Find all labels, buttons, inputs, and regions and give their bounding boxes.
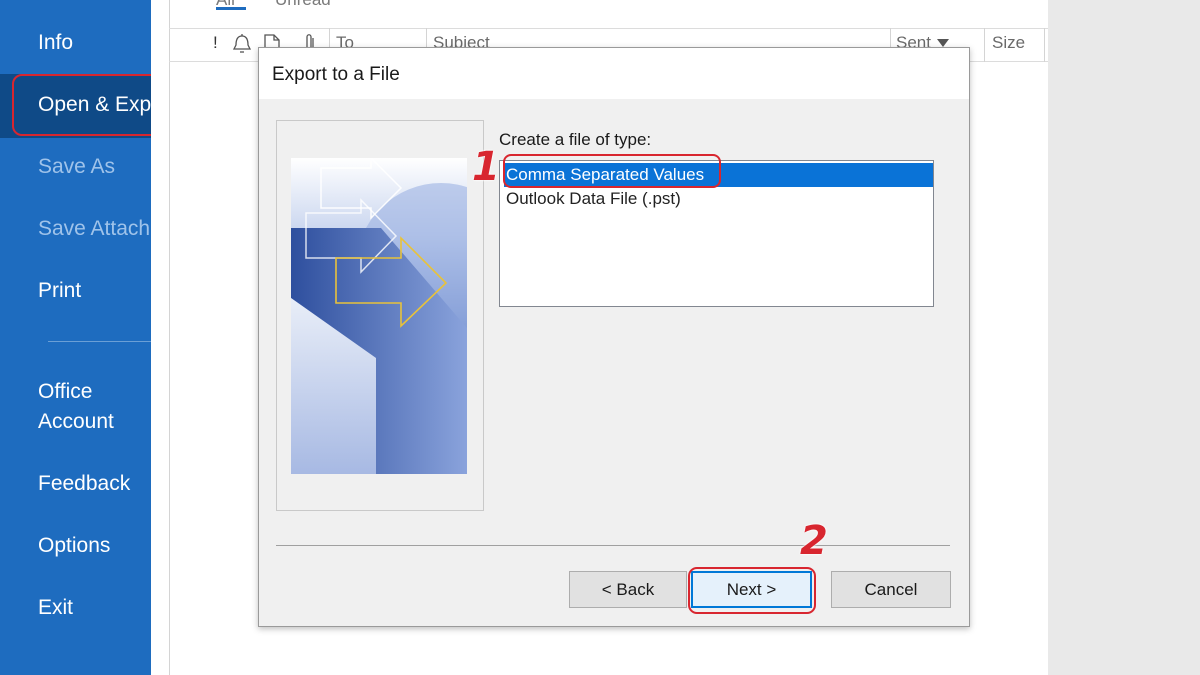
cancel-button[interactable]: Cancel bbox=[831, 571, 951, 608]
open-export-highlight bbox=[12, 74, 172, 136]
triangle-down-icon bbox=[937, 39, 949, 47]
sidebar-item-office-account-line2[interactable]: Account bbox=[38, 410, 114, 434]
reminder-bell-icon[interactable] bbox=[231, 33, 253, 55]
outer-background bbox=[1048, 0, 1200, 675]
csv-option-highlight bbox=[503, 154, 721, 188]
wizard-artwork-frame bbox=[276, 120, 484, 511]
column-importance[interactable]: ! bbox=[213, 33, 218, 53]
sidebar-item-print[interactable]: Print bbox=[38, 279, 81, 303]
wizard-arrows-illustration bbox=[291, 158, 467, 474]
sidebar-item-exit[interactable]: Exit bbox=[38, 596, 73, 620]
sidebar-item-save-attachments[interactable]: Save Attach bbox=[38, 217, 150, 241]
mail-list-border bbox=[169, 0, 170, 675]
column-separator bbox=[1044, 28, 1045, 62]
export-to-file-dialog: Export to a File Create a file of type: … bbox=[258, 47, 970, 627]
step-number-1: 1 bbox=[472, 144, 500, 190]
back-button[interactable]: < Back bbox=[569, 571, 687, 608]
sidebar-item-options[interactable]: Options bbox=[38, 534, 110, 558]
sidebar-item-office-account-line1[interactable]: Office bbox=[38, 380, 92, 404]
step-number-2: 2 bbox=[800, 518, 828, 564]
dialog-title: Export to a File bbox=[272, 64, 400, 85]
column-size[interactable]: Size bbox=[992, 33, 1025, 53]
tab-all-underline bbox=[216, 7, 246, 10]
column-separator bbox=[984, 28, 985, 62]
option-outlook-data-file[interactable]: Outlook Data File (.pst) bbox=[504, 187, 933, 211]
file-type-label: Create a file of type: bbox=[499, 130, 652, 149]
sidebar-item-save-as[interactable]: Save As bbox=[38, 155, 115, 179]
sidebar-item-info[interactable]: Info bbox=[38, 31, 73, 55]
file-type-listbox[interactable]: Comma Separated Values Outlook Data File… bbox=[499, 154, 934, 307]
dialog-divider bbox=[276, 545, 950, 546]
sidebar-divider bbox=[48, 341, 151, 342]
dialog-titlebar: Export to a File bbox=[259, 48, 969, 99]
sidebar-item-feedback[interactable]: Feedback bbox=[38, 472, 130, 496]
next-button-highlight bbox=[688, 567, 816, 614]
tab-unread[interactable]: Unread bbox=[275, 0, 331, 10]
